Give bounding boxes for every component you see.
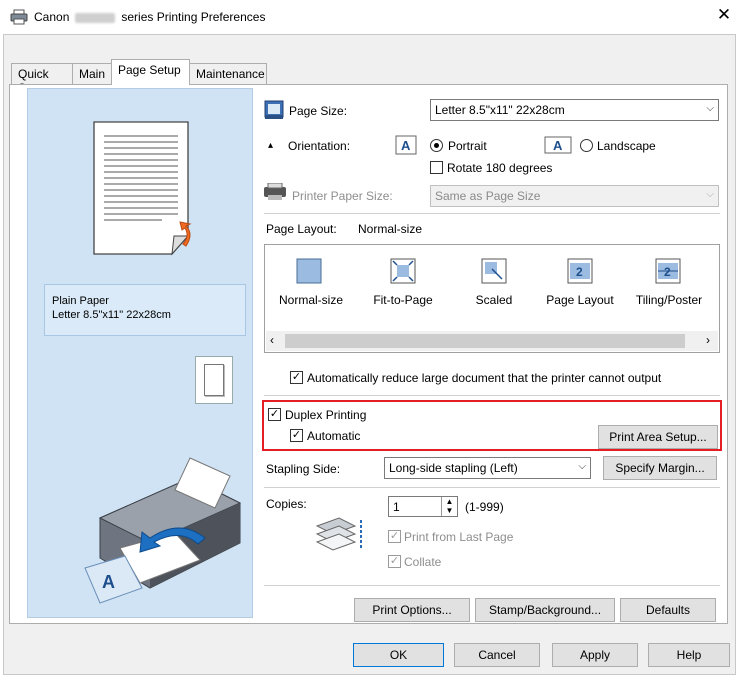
layout-label-scaled: Scaled xyxy=(475,293,513,307)
chevron-down-icon: ⌵ xyxy=(706,103,714,114)
layout-option-fit-to-page[interactable] xyxy=(389,257,417,285)
copies-range: (1-999) xyxy=(465,500,504,514)
divider xyxy=(264,487,720,488)
stapling-side-select[interactable]: Long-side stapling (Left) ⌵ xyxy=(384,457,591,479)
svg-text:A: A xyxy=(102,572,115,592)
bullet-icon: ▴ xyxy=(268,140,274,151)
tiling-poster-icon: 2 xyxy=(655,258,681,284)
layout-option-page-layout[interactable]: 2 xyxy=(566,257,594,285)
printer-icon xyxy=(10,9,28,25)
scroll-thumb[interactable] xyxy=(285,334,685,348)
redacted-model xyxy=(75,12,116,23)
chevron-down-icon: ⌵ xyxy=(706,189,714,200)
copies-spin-buttons[interactable]: ▲ ▼ xyxy=(441,497,457,516)
copies-value: 1 xyxy=(393,500,400,514)
tab-main[interactable]: Main xyxy=(72,63,112,84)
printer-duplex-illustration: A xyxy=(84,457,242,604)
printer-paper-size-label: Printer Paper Size: xyxy=(292,189,393,203)
divider xyxy=(264,213,720,214)
apply-button[interactable]: Apply xyxy=(552,643,638,667)
portrait-label: Portrait xyxy=(448,139,487,153)
svg-text:2: 2 xyxy=(576,265,583,279)
tab-maintenance[interactable]: Maintenance xyxy=(189,63,267,84)
print-from-last-page-label: Print from Last Page xyxy=(404,530,514,544)
stapling-side-label: Stapling Side: xyxy=(266,462,341,476)
page-layout-current: Normal-size xyxy=(358,222,423,236)
landscape-a-icon: A xyxy=(544,136,572,154)
landscape-radio[interactable] xyxy=(580,139,593,152)
stamp-background-button[interactable]: Stamp/Background... xyxy=(475,598,615,622)
layout-option-scaled[interactable] xyxy=(480,257,508,285)
copies-stack-icon xyxy=(315,517,362,551)
layout-label-tiling-poster: Tiling/Poster xyxy=(635,293,703,307)
rotate-180-checkbox[interactable] xyxy=(430,161,443,174)
portrait-a-icon: A xyxy=(395,135,417,155)
specify-margin-button[interactable]: Specify Margin... xyxy=(603,456,717,480)
tab-page-setup[interactable]: Page Setup xyxy=(111,59,190,85)
layout-scrollbar[interactable]: ‹ › xyxy=(266,331,718,351)
defaults-button[interactable]: Defaults xyxy=(620,598,716,622)
paper-info-box: Plain Paper Letter 8.5"x11" 22x28cm xyxy=(44,284,246,336)
print-from-last-page-checkbox[interactable] xyxy=(388,530,401,543)
printer-paper-size-select[interactable]: Same as Page Size ⌵ xyxy=(430,185,719,207)
duplex-highlight-box xyxy=(262,400,722,451)
page-size-select[interactable]: Letter 8.5"x11" 22x28cm ⌵ xyxy=(430,99,719,121)
divider xyxy=(264,395,720,396)
paper-preview-icon xyxy=(93,121,192,256)
orientation-label: Orientation: xyxy=(288,139,351,153)
printer-paper-icon xyxy=(264,183,286,200)
scroll-right-icon[interactable]: › xyxy=(706,333,710,347)
help-button[interactable]: Help xyxy=(648,643,730,667)
tab-quick-setup[interactable]: Quick Setup xyxy=(11,63,73,95)
rotate-180-label: Rotate 180 degrees xyxy=(447,161,553,175)
fit-to-page-icon xyxy=(390,258,416,284)
printer-paper-size-value: Same as Page Size xyxy=(435,189,541,203)
close-icon[interactable]: ✕ xyxy=(717,5,731,24)
paper-size-text: Letter 8.5"x11" 22x28cm xyxy=(52,309,171,321)
ok-button[interactable]: OK xyxy=(353,643,444,667)
svg-text:A: A xyxy=(553,138,563,153)
stapling-side-value: Long-side stapling (Left) xyxy=(389,461,518,475)
collate-checkbox[interactable] xyxy=(388,555,401,568)
scaled-icon xyxy=(481,258,507,284)
normal-size-icon xyxy=(296,258,322,284)
collate-label: Collate xyxy=(404,555,442,569)
page-layout-label: Page Layout: xyxy=(266,222,337,236)
paper-type-text: Plain Paper xyxy=(52,295,109,307)
layout-option-tiling-poster[interactable]: 2 xyxy=(654,257,682,285)
window-title: Canon series Printing Preferences xyxy=(34,10,266,24)
layout-option-normal-size[interactable] xyxy=(295,257,323,285)
auto-reduce-checkbox[interactable] xyxy=(290,371,303,384)
chevron-down-icon: ⌵ xyxy=(578,461,586,472)
svg-text:2: 2 xyxy=(664,265,671,279)
title-bar: Canon series Printing Preferences ✕ xyxy=(0,0,739,34)
page-layout-icon: 2 xyxy=(567,258,593,284)
scroll-left-icon[interactable]: ‹ xyxy=(270,333,274,347)
page-size-icon xyxy=(264,100,284,119)
auto-reduce-label: Automatically reduce large document that… xyxy=(307,371,662,385)
svg-text:A: A xyxy=(401,138,411,153)
copies-input[interactable]: 1 ▲ ▼ xyxy=(388,496,458,517)
page-size-value: Letter 8.5"x11" 22x28cm xyxy=(435,103,565,117)
print-options-button[interactable]: Print Options... xyxy=(354,598,470,622)
layout-label-normal-size: Normal-size xyxy=(278,293,343,307)
layout-label-page-layout: Page Layout xyxy=(546,293,614,307)
landscape-label: Landscape xyxy=(597,139,656,153)
page-size-label: Page Size: xyxy=(289,104,348,118)
divider xyxy=(264,585,720,586)
cancel-button[interactable]: Cancel xyxy=(454,643,540,667)
close-button[interactable]: ✕ xyxy=(713,4,735,26)
copies-label: Copies: xyxy=(266,497,307,511)
portrait-radio[interactable] xyxy=(430,139,443,152)
layout-label-fit-to-page: Fit-to-Page xyxy=(373,293,433,307)
orientation-preview xyxy=(195,356,233,404)
